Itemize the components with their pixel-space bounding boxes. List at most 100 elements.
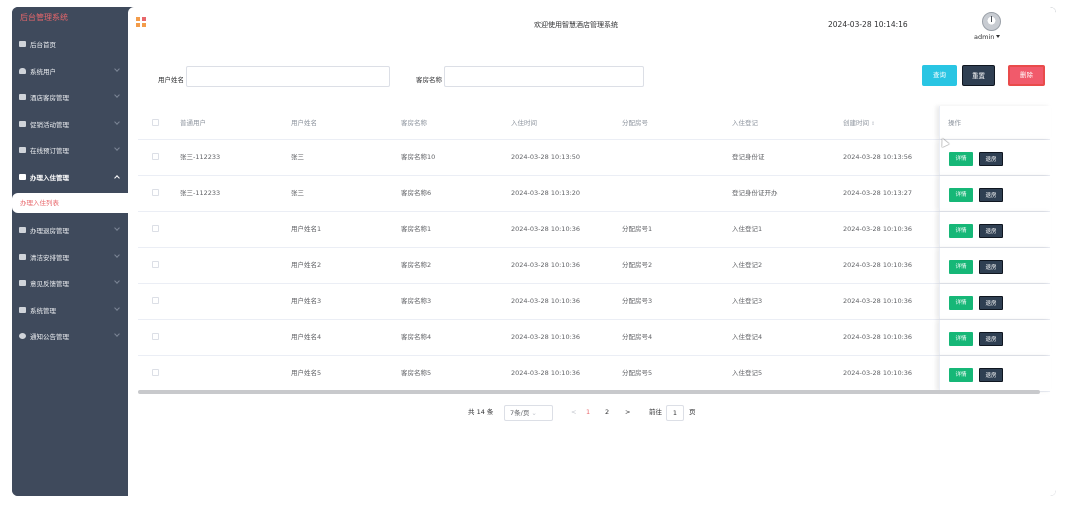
- page-2-button[interactable]: 2: [605, 405, 609, 419]
- table-cell: 2024-03-28 10:10:36: [843, 333, 913, 341]
- sidebar-item-system[interactable]: 系统管理: [12, 297, 128, 324]
- select-all-checkbox[interactable]: [152, 119, 159, 126]
- row-checkbox[interactable]: [152, 225, 159, 232]
- sidebar-item-label: 意见反馈管理: [30, 280, 69, 289]
- query-button[interactable]: 查询: [922, 65, 957, 86]
- app-window: 后台管理系统 后台首页 系统用户 酒店客房管理 促销活动管理 在线预订管理 办理…: [12, 7, 1056, 496]
- sidebar-item-notices[interactable]: 通知公告管理: [12, 323, 128, 350]
- sidebar-item-cleaning[interactable]: 清洁安排管理: [12, 244, 128, 271]
- table-cell: 客房名称3: [401, 297, 432, 305]
- table-cell: 2024-03-28 10:13:20: [511, 189, 581, 197]
- detail-button[interactable]: 详情: [949, 332, 973, 346]
- checkout-button[interactable]: 退房: [979, 152, 1003, 166]
- sidebar-item-checkout[interactable]: 办理退房管理: [12, 217, 128, 244]
- detail-button[interactable]: 详情: [949, 296, 973, 310]
- table-row: 用户姓名1 客房名称1 2024-03-28 10:10:36 分配房号1 入住登记1 2…: [138, 212, 1051, 248]
- table-cell: 入住登记3: [732, 297, 763, 305]
- grid-icon: [19, 173, 26, 180]
- chevron-down-icon: [114, 145, 120, 151]
- table-cell: 用户姓名5: [291, 369, 322, 377]
- checkout-button[interactable]: 退房: [979, 368, 1003, 382]
- table-row: 张三-112233 张三 客房名称6 2024-03-28 10:13:20 登记身份证…: [138, 176, 1051, 212]
- user-menu[interactable]: admin: [974, 33, 1001, 41]
- table-cell: 分配房号4: [622, 333, 653, 341]
- table-cell: 用户姓名1: [291, 225, 322, 233]
- detail-button[interactable]: 详情: [949, 152, 973, 166]
- horizontal-scrollbar[interactable]: [138, 390, 1040, 394]
- bar-chart-icon: [19, 306, 26, 313]
- table-cell: 2024-03-28 10:13:27: [843, 189, 913, 197]
- row-checkbox[interactable]: [152, 261, 159, 268]
- sidebar-item-label: 通知公告管理: [30, 333, 69, 342]
- detail-button[interactable]: 详情: [949, 188, 973, 202]
- col-header: 客房名称: [401, 119, 427, 127]
- col-header: 入住登记: [732, 119, 758, 127]
- table-cell: 客房名称4: [401, 333, 432, 341]
- table-cell: 分配房号3: [622, 297, 653, 305]
- sidebar-item-label: 酒店客房管理: [30, 94, 69, 103]
- chevron-up-icon: [114, 174, 120, 181]
- table-cell: 入住登记1: [732, 225, 763, 233]
- name-input[interactable]: [186, 66, 390, 87]
- search-bar: 用户姓名 客房名称 查询 重置 删除: [128, 65, 1056, 89]
- goto-page-input[interactable]: 1: [666, 405, 684, 421]
- chevron-down-icon: [114, 278, 120, 284]
- col-header-sortable[interactable]: 创建时间 ⇕: [843, 106, 875, 141]
- avatar[interactable]: [982, 12, 1001, 31]
- caret-down-icon: [996, 35, 1001, 38]
- delete-button[interactable]: 删除: [1008, 65, 1045, 86]
- checkout-button[interactable]: 退房: [979, 260, 1003, 274]
- brand-title: 后台管理系统: [20, 13, 68, 22]
- detail-button[interactable]: 详情: [949, 260, 973, 274]
- sidebar-subitem-checkin-list[interactable]: 办理入住列表: [12, 193, 128, 213]
- chevron-down-icon: [114, 225, 120, 231]
- row-checkbox[interactable]: [152, 297, 159, 304]
- checkout-button[interactable]: 退房: [979, 296, 1003, 310]
- row-checkbox[interactable]: [152, 333, 159, 340]
- table-cell: 客房名称10: [401, 153, 436, 161]
- sort-icon[interactable]: ⇕: [871, 107, 875, 141]
- room-input[interactable]: [444, 66, 644, 87]
- checkout-button[interactable]: 退房: [979, 332, 1003, 346]
- table-cell: 2024-03-28 10:13:56: [843, 153, 913, 161]
- table-cell: 2024-03-28 10:10:36: [843, 225, 913, 233]
- checkout-button[interactable]: 退房: [979, 188, 1003, 202]
- page-size-select[interactable]: 7条/页 ⌄: [504, 405, 553, 421]
- sidebar-item-bookings[interactable]: 在线预订管理: [12, 137, 128, 164]
- page-unit-label: 页: [689, 408, 696, 416]
- row-checkbox[interactable]: [152, 369, 159, 376]
- next-page-button[interactable]: >: [625, 405, 630, 419]
- row-checkbox[interactable]: [152, 189, 159, 196]
- table-cell: 张三-112233: [180, 153, 221, 161]
- table-cell: 2024-03-28 10:10:36: [843, 369, 913, 377]
- sidebar-item-checkin[interactable]: 办理入住管理: [12, 164, 128, 191]
- sidebar-item-promotions[interactable]: 促销活动管理: [12, 111, 128, 138]
- detail-button[interactable]: 详情: [949, 368, 973, 382]
- table-cell: 2024-03-28 10:10:36: [843, 297, 913, 305]
- menu-toggle-icon[interactable]: [136, 17, 146, 27]
- checkout-button[interactable]: 退房: [979, 224, 1003, 238]
- sidebar-item-system-users[interactable]: 系统用户: [12, 58, 128, 85]
- table-cell: 分配房号2: [622, 261, 653, 269]
- sidebar-item-feedback[interactable]: 意见反馈管理: [12, 270, 128, 297]
- sidebar-item-label: 办理入住管理: [30, 173, 69, 182]
- reset-button[interactable]: 重置: [962, 65, 995, 86]
- datetime-display: 2024-03-28 10:14:16: [828, 20, 908, 29]
- prev-page-button[interactable]: <: [571, 405, 576, 419]
- table-cell: 2024-03-28 10:10:36: [843, 261, 913, 269]
- main-content: 欢迎使用智慧酒店管理系统 2024-03-28 10:14:16 admin 用…: [128, 7, 1056, 496]
- row-checkbox[interactable]: [152, 153, 159, 160]
- sidebar-item-rooms[interactable]: 酒店客房管理: [12, 84, 128, 111]
- grid-icon: [19, 147, 26, 154]
- detail-button[interactable]: 详情: [949, 224, 973, 238]
- table-cell: 客房名称6: [401, 189, 432, 197]
- table-cell: 2024-03-28 10:10:36: [511, 297, 581, 305]
- sidebar-item-label: 在线预订管理: [30, 147, 69, 156]
- sidebar: 后台管理系统 后台首页 系统用户 酒店客房管理 促销活动管理 在线预订管理 办理…: [12, 7, 128, 496]
- sidebar-item-home[interactable]: 后台首页: [12, 31, 128, 58]
- table-cell: 2024-03-28 10:10:36: [511, 225, 581, 233]
- page-1-button[interactable]: 1: [586, 405, 590, 419]
- chevron-down-icon: [114, 331, 120, 337]
- total-count: 共 14 条: [468, 408, 494, 416]
- table-cell: 用户姓名4: [291, 333, 322, 341]
